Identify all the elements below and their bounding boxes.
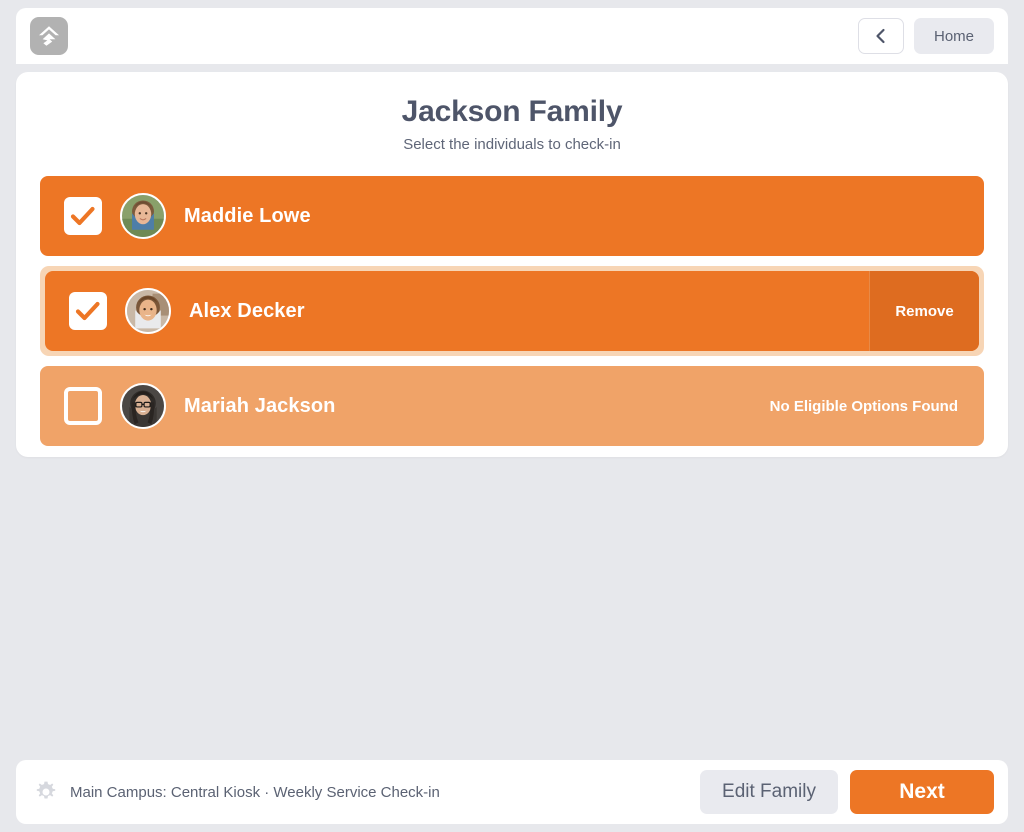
home-button[interactable]: Home	[913, 18, 994, 54]
person-row[interactable]: Maddie Lowe	[40, 176, 984, 256]
header-actions: Home	[857, 18, 994, 54]
family-selection-card: Jackson Family Select the individuals to…	[16, 72, 1008, 457]
footer-bar: Main Campus: Central Kiosk · Weekly Serv…	[16, 760, 1008, 824]
person-row-container: Alex Decker Remove	[40, 266, 984, 356]
person-name: Mariah Jackson	[184, 394, 336, 417]
avatar	[125, 288, 171, 334]
person-checkbox[interactable]	[64, 197, 102, 235]
checkmark-icon	[70, 205, 96, 227]
chevron-left-icon	[874, 28, 888, 44]
people-list: Maddie Lowe Alex Decker Remove Mariah Ja…	[40, 176, 984, 446]
avatar	[120, 383, 166, 429]
checkin-kiosk-screen: Home Jackson Family Select the individua…	[0, 0, 1024, 832]
back-button[interactable]	[857, 18, 904, 54]
edit-family-button[interactable]: Edit Family	[700, 770, 838, 814]
gear-icon[interactable]	[34, 780, 58, 804]
status-badge: No Eligible Options Found	[769, 397, 958, 415]
person-row-container: Maddie Lowe	[40, 176, 984, 256]
person-checkbox[interactable]	[69, 292, 107, 330]
next-button[interactable]: Next	[850, 770, 994, 814]
page-title: Jackson Family	[401, 95, 623, 128]
person-name: Maddie Lowe	[184, 204, 311, 227]
page-subtitle: Select the individuals to check-in	[403, 136, 621, 153]
header-bar: Home	[16, 8, 1008, 64]
person-row-container: Mariah Jackson No Eligible Options Found	[40, 366, 984, 446]
person-row[interactable]: Alex Decker Remove	[45, 271, 979, 351]
app-logo-arrow-icon	[30, 17, 68, 55]
avatar	[120, 193, 166, 239]
person-row[interactable]: Mariah Jackson No Eligible Options Found	[40, 366, 984, 446]
remove-button[interactable]: Remove	[869, 271, 979, 351]
kiosk-info-label: Main Campus: Central Kiosk · Weekly Serv…	[70, 783, 440, 801]
checkmark-icon	[75, 300, 101, 322]
person-name: Alex Decker	[189, 299, 305, 322]
person-checkbox[interactable]	[64, 387, 102, 425]
